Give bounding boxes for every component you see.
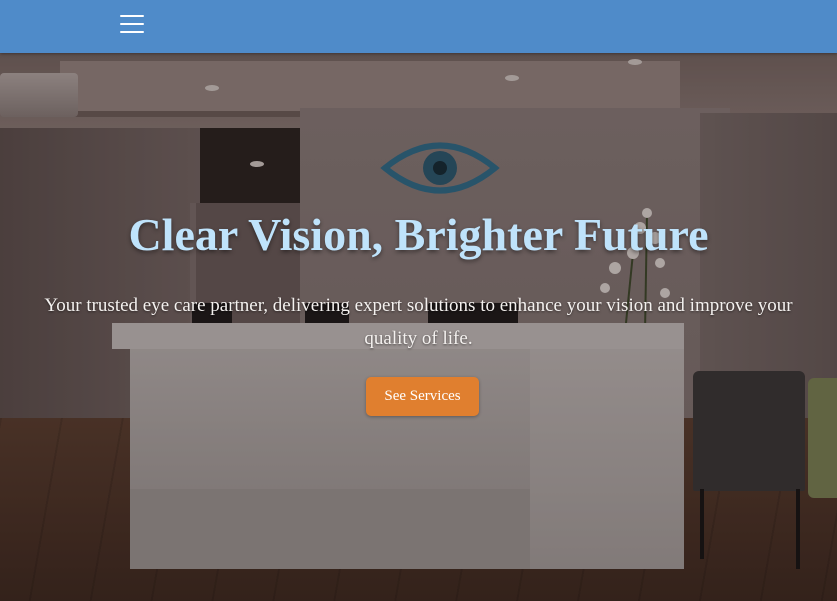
see-services-button[interactable]: See Services [366,377,479,416]
hero-title: Clear Vision, Brighter Future [128,209,709,260]
menu-line [120,15,144,17]
hero-subtitle: Your trusted eye care partner, deliverin… [44,295,793,349]
top-navbar [0,0,837,53]
hero-section: Clear Vision, Brighter Future Your trust… [0,53,837,601]
hamburger-menu-icon[interactable] [119,13,145,35]
menu-line [120,31,144,33]
menu-line [120,23,144,25]
